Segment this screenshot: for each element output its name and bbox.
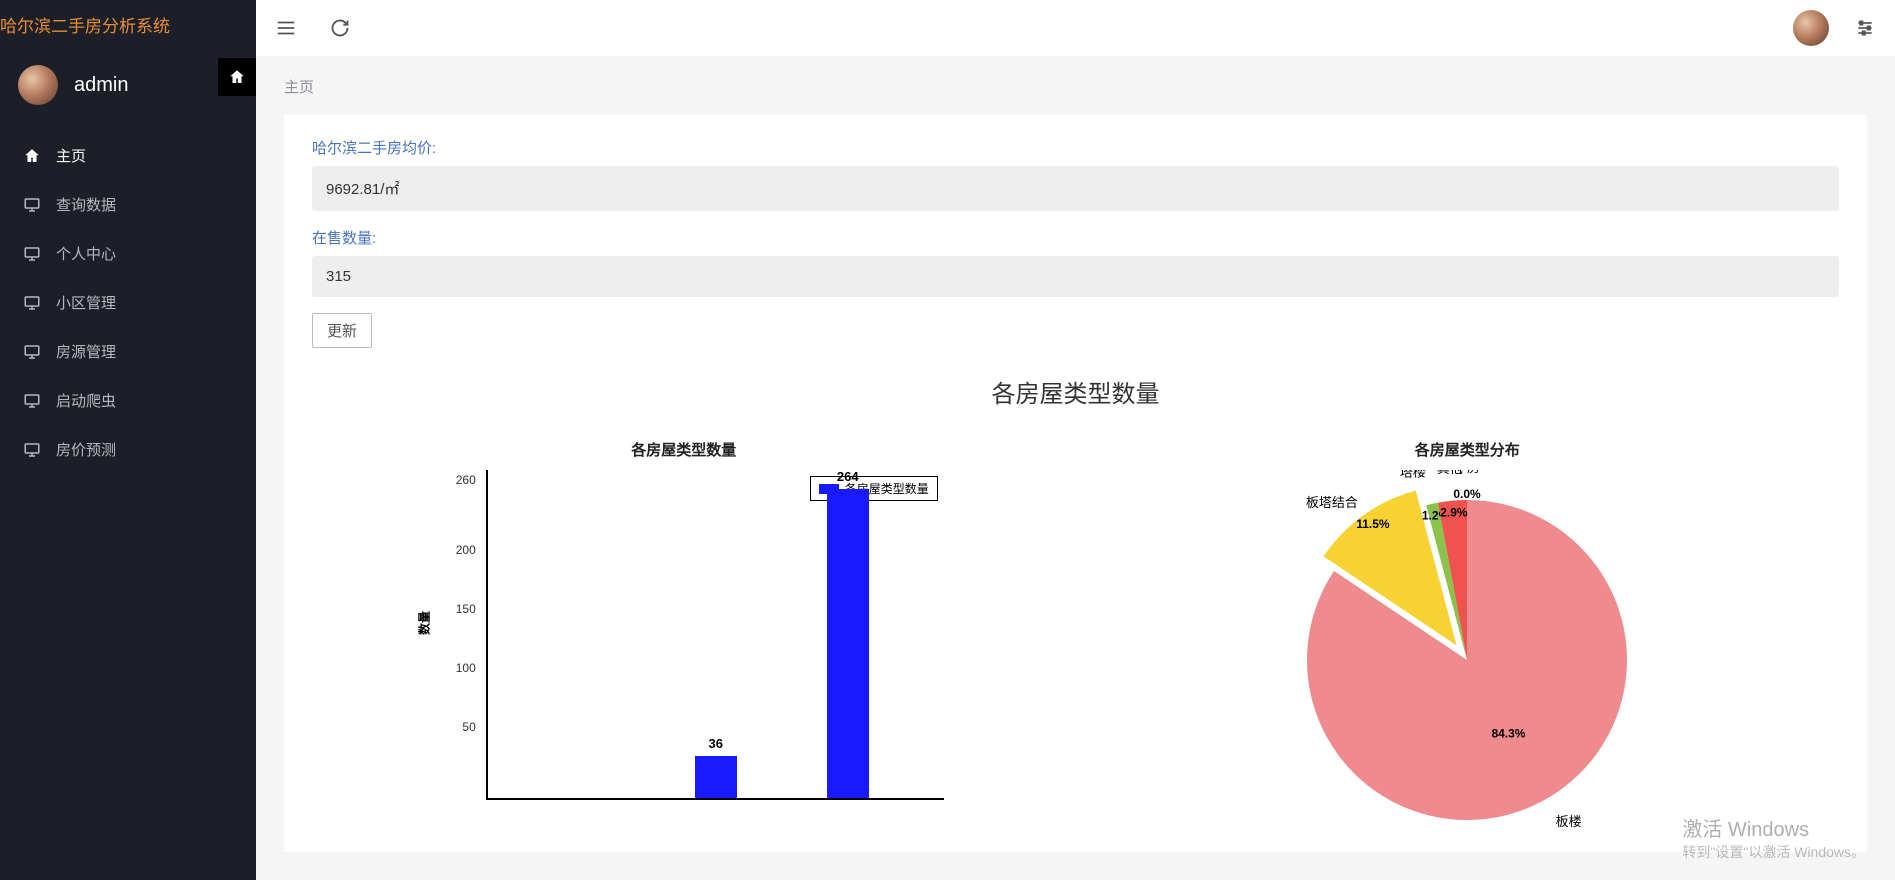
bar-chart-title: 各房屋类型数量 [631, 439, 736, 460]
monitor-icon [22, 195, 42, 215]
pie-name-label: 板塔结合 [1306, 495, 1358, 510]
monitor-icon [22, 342, 42, 362]
pie-pct-label: 0.0% [1454, 487, 1482, 501]
pie-pct-label: 84.3% [1492, 727, 1526, 741]
y-tick: 50 [462, 720, 475, 734]
bar-value-label: 36 [709, 736, 723, 751]
refresh-icon [330, 18, 350, 38]
monitor-icon [22, 440, 42, 460]
home-chip-button[interactable] [218, 58, 256, 96]
menu-icon [275, 17, 297, 39]
avatar [18, 65, 58, 105]
bar: 264 [827, 489, 869, 798]
pie-chart-title: 各房屋类型分布 [1415, 439, 1520, 460]
home-icon [22, 146, 42, 166]
bar-value-label: 264 [837, 469, 859, 484]
pie-name-label: 平房 [1454, 470, 1480, 475]
section-title: 各房屋类型数量 [312, 374, 1839, 409]
nav-item-label: 个人中心 [56, 243, 116, 264]
nav-item-label: 查询数据 [56, 194, 116, 215]
nav-item-label: 主页 [56, 145, 86, 166]
monitor-icon [22, 391, 42, 411]
content: 主页 哈尔滨二手房均价: 9692.81/㎡ 在售数量: 315 更新 各房屋类… [256, 56, 1895, 880]
y-tick: 260 [456, 473, 476, 487]
nav-item-label: 房价预测 [56, 439, 116, 460]
bar-chart: 各房屋类型数量 各房屋类型数量 数量 50100150200260 36264 [312, 439, 1056, 800]
sidebar: 哈尔滨二手房分析系统 admin 主页查询数据个人中心小区管理房源管理启动爬虫房… [0, 0, 256, 880]
nav-item-label: 小区管理 [56, 292, 116, 313]
sliders-icon [1855, 18, 1875, 38]
nav-item-2[interactable]: 个人中心 [0, 229, 256, 278]
y-tick: 150 [456, 602, 476, 616]
pie-pct-label: 2.9% [1440, 506, 1468, 520]
nav-item-0[interactable]: 主页 [0, 131, 256, 180]
pie-name-label: 板楼 [1556, 814, 1582, 829]
bar-y-label: 数量 [415, 611, 432, 635]
avg-price-value: 9692.81/㎡ [312, 166, 1839, 211]
header-avatar[interactable] [1793, 10, 1829, 46]
bar: 36 [695, 756, 737, 798]
menu-toggle-button[interactable] [274, 16, 298, 40]
pie-svg: 84.3%板楼11.5%板塔结合1.2%塔楼2.9%其他0.0%平房 [1267, 470, 1667, 830]
monitor-icon [22, 293, 42, 313]
nav: 主页查询数据个人中心小区管理房源管理启动爬虫房价预测 [0, 121, 256, 474]
breadcrumb: 主页 [284, 76, 1867, 97]
header [256, 0, 1895, 56]
update-button[interactable]: 更新 [312, 313, 372, 348]
settings-button[interactable] [1853, 16, 1877, 40]
on-sale-label: 在售数量: [312, 227, 1839, 248]
on-sale-value: 315 [312, 256, 1839, 297]
nav-item-5[interactable]: 启动爬虫 [0, 376, 256, 425]
nav-item-3[interactable]: 小区管理 [0, 278, 256, 327]
monitor-icon [22, 244, 42, 264]
pie-pct-label: 11.5% [1356, 517, 1390, 531]
home-icon [228, 68, 246, 86]
avg-price-label: 哈尔滨二手房均价: [312, 137, 1839, 158]
sidebar-user-name: admin [74, 74, 128, 97]
nav-item-1[interactable]: 查询数据 [0, 180, 256, 229]
pie-name-label: 塔楼 [1400, 470, 1426, 480]
y-tick: 200 [456, 543, 476, 557]
nav-item-label: 启动爬虫 [56, 390, 116, 411]
nav-item-4[interactable]: 房源管理 [0, 327, 256, 376]
app-title: 哈尔滨二手房分析系统 [0, 0, 256, 49]
nav-item-6[interactable]: 房价预测 [0, 425, 256, 474]
y-tick: 100 [456, 661, 476, 675]
refresh-button[interactable] [328, 16, 352, 40]
nav-item-label: 房源管理 [56, 341, 116, 362]
pie-chart: 各房屋类型分布 84.3%板楼11.5%板塔结合1.2%塔楼2.9%其他0.0%… [1096, 439, 1840, 830]
stats-panel: 哈尔滨二手房均价: 9692.81/㎡ 在售数量: 315 更新 各房屋类型数量… [284, 115, 1867, 852]
